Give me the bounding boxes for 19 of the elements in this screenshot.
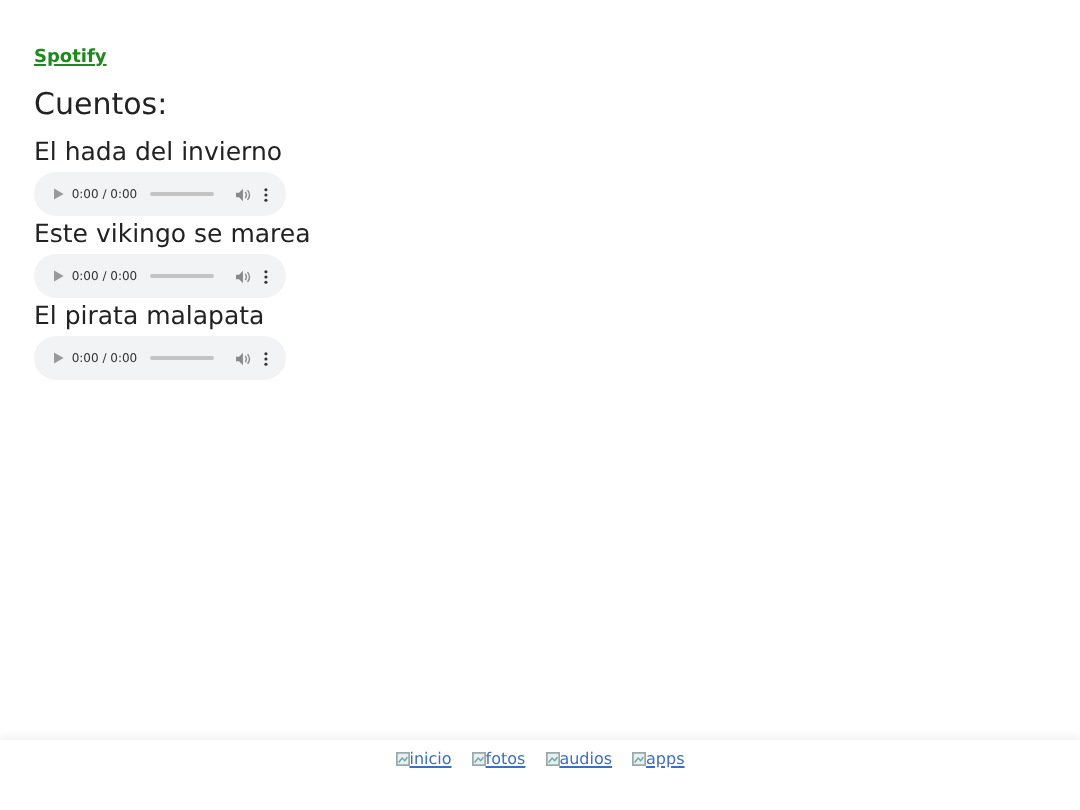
footer-link[interactable]: audios (545, 750, 613, 768)
story-title: Este vikingo se marea (34, 218, 313, 248)
broken-image-icon (471, 752, 486, 766)
play-icon[interactable] (54, 188, 64, 200)
volume-icon[interactable] (236, 269, 253, 283)
broken-image-icon (632, 752, 647, 766)
footer-link[interactable]: fotos (471, 750, 526, 768)
story-title: El pirata malapata (34, 300, 267, 330)
broken-image-icon (545, 752, 560, 766)
footer-link[interactable]: apps (632, 750, 685, 768)
play-icon[interactable] (54, 352, 64, 364)
page-heading: Cuentos: (34, 86, 170, 122)
broken-image-icon (395, 752, 410, 766)
play-icon[interactable] (54, 270, 64, 282)
spotify-link[interactable]: Spotify (34, 48, 107, 68)
volume-icon[interactable] (236, 187, 253, 201)
story-title: El hada del invierno (34, 136, 285, 166)
volume-icon[interactable] (236, 351, 253, 365)
footer-link[interactable]: inicio (395, 750, 452, 768)
